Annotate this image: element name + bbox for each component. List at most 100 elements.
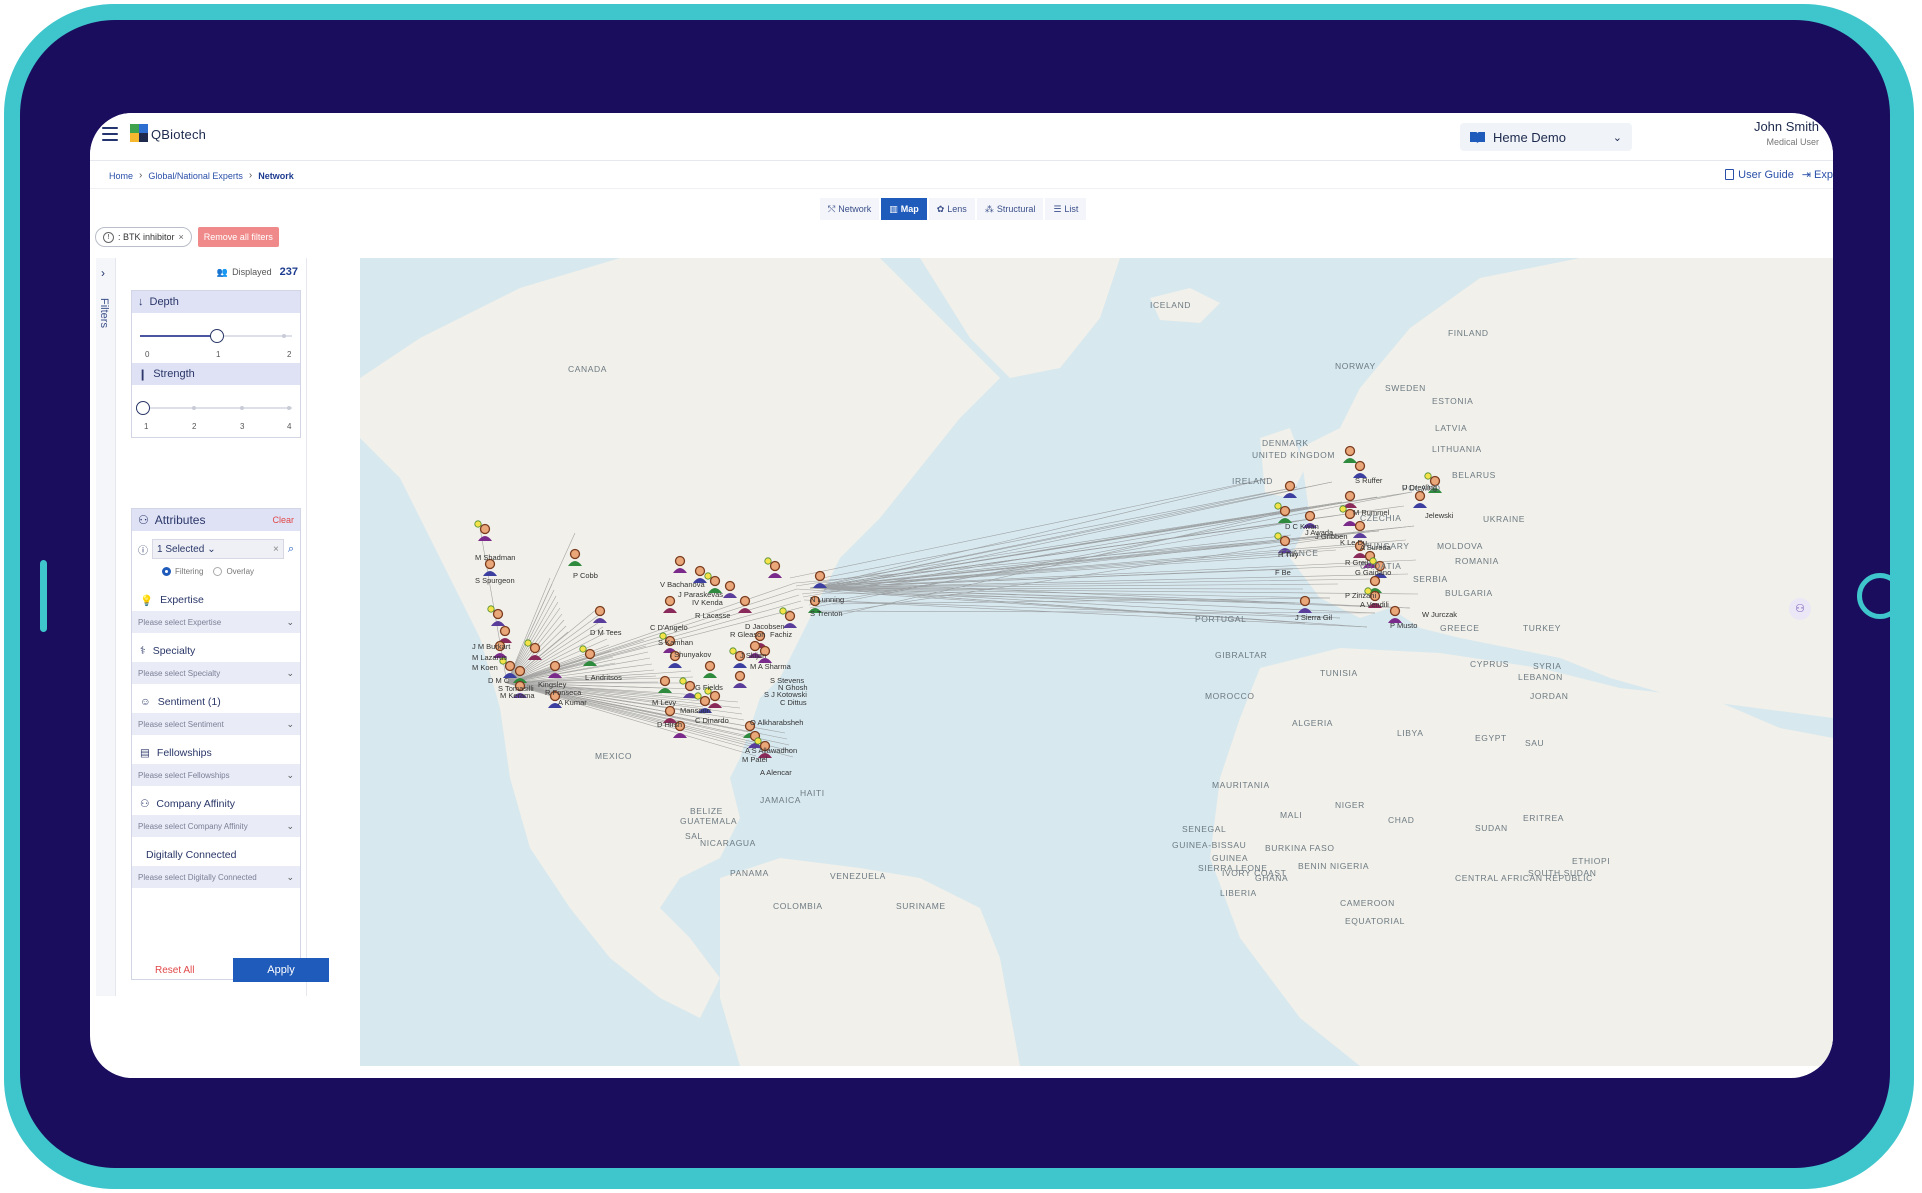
expert-name-label[interactable]: M Patel: [742, 755, 767, 764]
radio-overlay[interactable]: Overlay: [213, 567, 255, 577]
expert-name-label[interactable]: IV Kenda: [692, 598, 723, 607]
radio-overlay-label: Overlay: [226, 567, 255, 576]
expert-name-label[interactable]: C Dinardo: [695, 716, 729, 725]
digitally-connected-select[interactable]: Please select Digitally Connected ⌄: [132, 866, 300, 888]
expert-name-label[interactable]: J Skijan: [740, 651, 766, 660]
user-menu[interactable]: John Smith Medical User: [1754, 119, 1819, 147]
export-link[interactable]: ⇥ Exp: [1802, 168, 1833, 182]
expert-name-label[interactable]: C Dittus: [780, 698, 807, 707]
expert-name-label[interactable]: M Levy: [652, 698, 676, 707]
expert-name-label[interactable]: H Tilly: [1278, 550, 1298, 559]
expert-name-label[interactable]: S Ruffer: [1355, 476, 1382, 485]
user-group-icon: ⚇: [138, 513, 149, 527]
expert-name-label[interactable]: F Be: [1275, 568, 1291, 577]
expert-name-label[interactable]: S Trenton: [810, 609, 843, 618]
expert-name-label[interactable]: Jelewski: [1425, 511, 1453, 520]
depth-fill: [140, 335, 218, 337]
expert-name-label[interactable]: U Dreyling: [1402, 483, 1437, 492]
tab-list[interactable]: ☰ List: [1045, 198, 1087, 220]
expert-name-label[interactable]: M Koen: [472, 663, 498, 672]
strength-header: ❙ Strength: [132, 363, 300, 385]
expert-name-label[interactable]: P Zinzani: [1345, 591, 1376, 600]
breadcrumb-home[interactable]: Home: [109, 171, 133, 181]
sentiment-select[interactable]: Please select Sentiment ⌄: [132, 713, 300, 735]
network-map[interactable]: ICELAND CANADA FINLAND NORWAY SWEDEN ESTONIA L…: [360, 258, 1833, 1066]
close-icon[interactable]: ×: [179, 232, 184, 242]
map-place-label: CYPRUS: [1470, 659, 1510, 669]
expert-name-label[interactable]: N Lunning: [810, 595, 844, 604]
expert-name-label[interactable]: C D'Angelo: [650, 623, 688, 632]
view-tabs: ⤲ Network ▥ Map ✿ Lens ⁂ Structural ☰ List: [820, 198, 1087, 220]
expert-name-label[interactable]: Mansouri: [680, 706, 711, 715]
expert-name-label[interactable]: G Gaidano: [1355, 568, 1391, 577]
expert-name-label[interactable]: A S Allawadhon: [745, 746, 797, 755]
depth-tick: 0: [145, 350, 150, 359]
legend-toggle-icon[interactable]: ⚇: [1789, 598, 1811, 620]
expert-name-label[interactable]: S Kamhan: [658, 638, 693, 647]
attribute-multiselect[interactable]: 1 Selected ⌄ ×: [152, 539, 284, 559]
expertise-select[interactable]: Please select Expertise ⌄: [132, 611, 300, 633]
expert-name-label[interactable]: A Sureda: [1360, 543, 1391, 552]
expert-name-label[interactable]: D Hirsh: [657, 720, 682, 729]
expert-name-label[interactable]: R Gleason: [730, 630, 765, 639]
company-affinity-select[interactable]: Please select Company Affinity ⌄: [132, 815, 300, 837]
map-place-label: GHANA: [1255, 873, 1289, 883]
clear-selection-icon[interactable]: ×: [273, 544, 279, 555]
expert-name-label[interactable]: R Fonseca: [545, 688, 581, 697]
radio-filtering[interactable]: Filtering: [162, 567, 203, 577]
expert-name-label[interactable]: L Andritsos: [585, 673, 622, 682]
expert-name-label[interactable]: R Lacasse: [695, 611, 730, 620]
expert-name-label[interactable]: D M Tees: [590, 628, 622, 637]
specialty-select[interactable]: Please select Specialty ⌄: [132, 662, 300, 684]
digitally-connected-placeholder: Please select Digitally Connected: [138, 872, 257, 882]
breadcrumb-experts[interactable]: Global/National Experts: [148, 171, 243, 181]
remove-all-filters-button[interactable]: Remove all filters: [197, 227, 279, 247]
tab-structural[interactable]: ⁂ Structural: [976, 198, 1044, 220]
app-logo[interactable]: QBiotech: [130, 124, 206, 144]
reset-all-button[interactable]: Reset All: [155, 965, 194, 976]
europe-landmass: [1290, 258, 1833, 718]
depth-slider[interactable]: 0 1 2: [132, 313, 300, 363]
depth-handle[interactable]: [210, 329, 224, 343]
expert-name-label[interactable]: M Lazarus: [472, 653, 507, 662]
map-place-label: TUNISIA: [1320, 668, 1358, 678]
filter-chip-btk[interactable]: ! : BTK inhibitor ×: [95, 227, 192, 247]
expert-name-label[interactable]: A Alencar: [760, 768, 792, 777]
tab-lens[interactable]: ✿ Lens: [928, 198, 975, 220]
expert-name-label[interactable]: M Kerama: [500, 691, 535, 700]
tab-network[interactable]: ⤲ Network: [820, 198, 880, 220]
expert-name-label[interactable]: P Musto: [1390, 621, 1417, 630]
expert-name-label[interactable]: J M Burkart: [472, 642, 510, 651]
strength-slider[interactable]: 1 2 3 4: [132, 385, 300, 435]
expert-name-label[interactable]: M Rummel: [1353, 508, 1389, 517]
project-select[interactable]: Heme Demo ⌄: [1460, 123, 1632, 151]
user-guide-link[interactable]: User Guide: [1725, 169, 1794, 181]
apply-button[interactable]: Apply: [233, 958, 329, 982]
expert-name-label[interactable]: M A Sharma: [750, 662, 791, 671]
expert-name-label[interactable]: A Vendili: [1360, 600, 1389, 609]
map-place-label: MAURITANIA: [1212, 780, 1270, 790]
fellowships-select[interactable]: Please select Fellowships ⌄: [132, 764, 300, 786]
strength-handle[interactable]: [136, 401, 150, 415]
expert-badge-icon: [579, 645, 587, 653]
expert-name-label[interactable]: R Greil: [1345, 558, 1368, 567]
expert-name-label[interactable]: A Kumar: [558, 698, 587, 707]
expert-name-label[interactable]: S Spurgeon: [475, 576, 515, 585]
search-icon[interactable]: ⌕: [288, 543, 294, 556]
hamburger-menu-icon[interactable]: [102, 127, 118, 141]
filters-tab[interactable]: › Filters: [96, 258, 116, 996]
expert-name-label[interactable]: G Fields: [695, 683, 723, 692]
expert-name-label[interactable]: J Sierra Gil: [1295, 613, 1332, 622]
attribute-company-affinity: ⚇ Company Affinity Please select Company …: [132, 793, 300, 837]
expert-name-label[interactable]: Fachiz: [770, 630, 792, 639]
expert-name-label[interactable]: P Cobb: [573, 571, 598, 580]
tab-map[interactable]: ▥ Map: [881, 198, 927, 220]
expert-name-label[interactable]: I Shunyakov: [670, 650, 711, 659]
expert-name-label[interactable]: W Jurczak: [1422, 610, 1457, 619]
expert-name-label[interactable]: V Bachanova: [660, 580, 705, 589]
attribute-label: ☺ Sentiment (1): [132, 691, 300, 713]
clear-attributes-button[interactable]: Clear: [272, 515, 294, 525]
attribute-label: 💡 Expertise: [132, 589, 300, 611]
expert-name-label[interactable]: M Shadman: [475, 553, 515, 562]
expert-name-label[interactable]: O Alkharabsheh: [750, 718, 803, 727]
